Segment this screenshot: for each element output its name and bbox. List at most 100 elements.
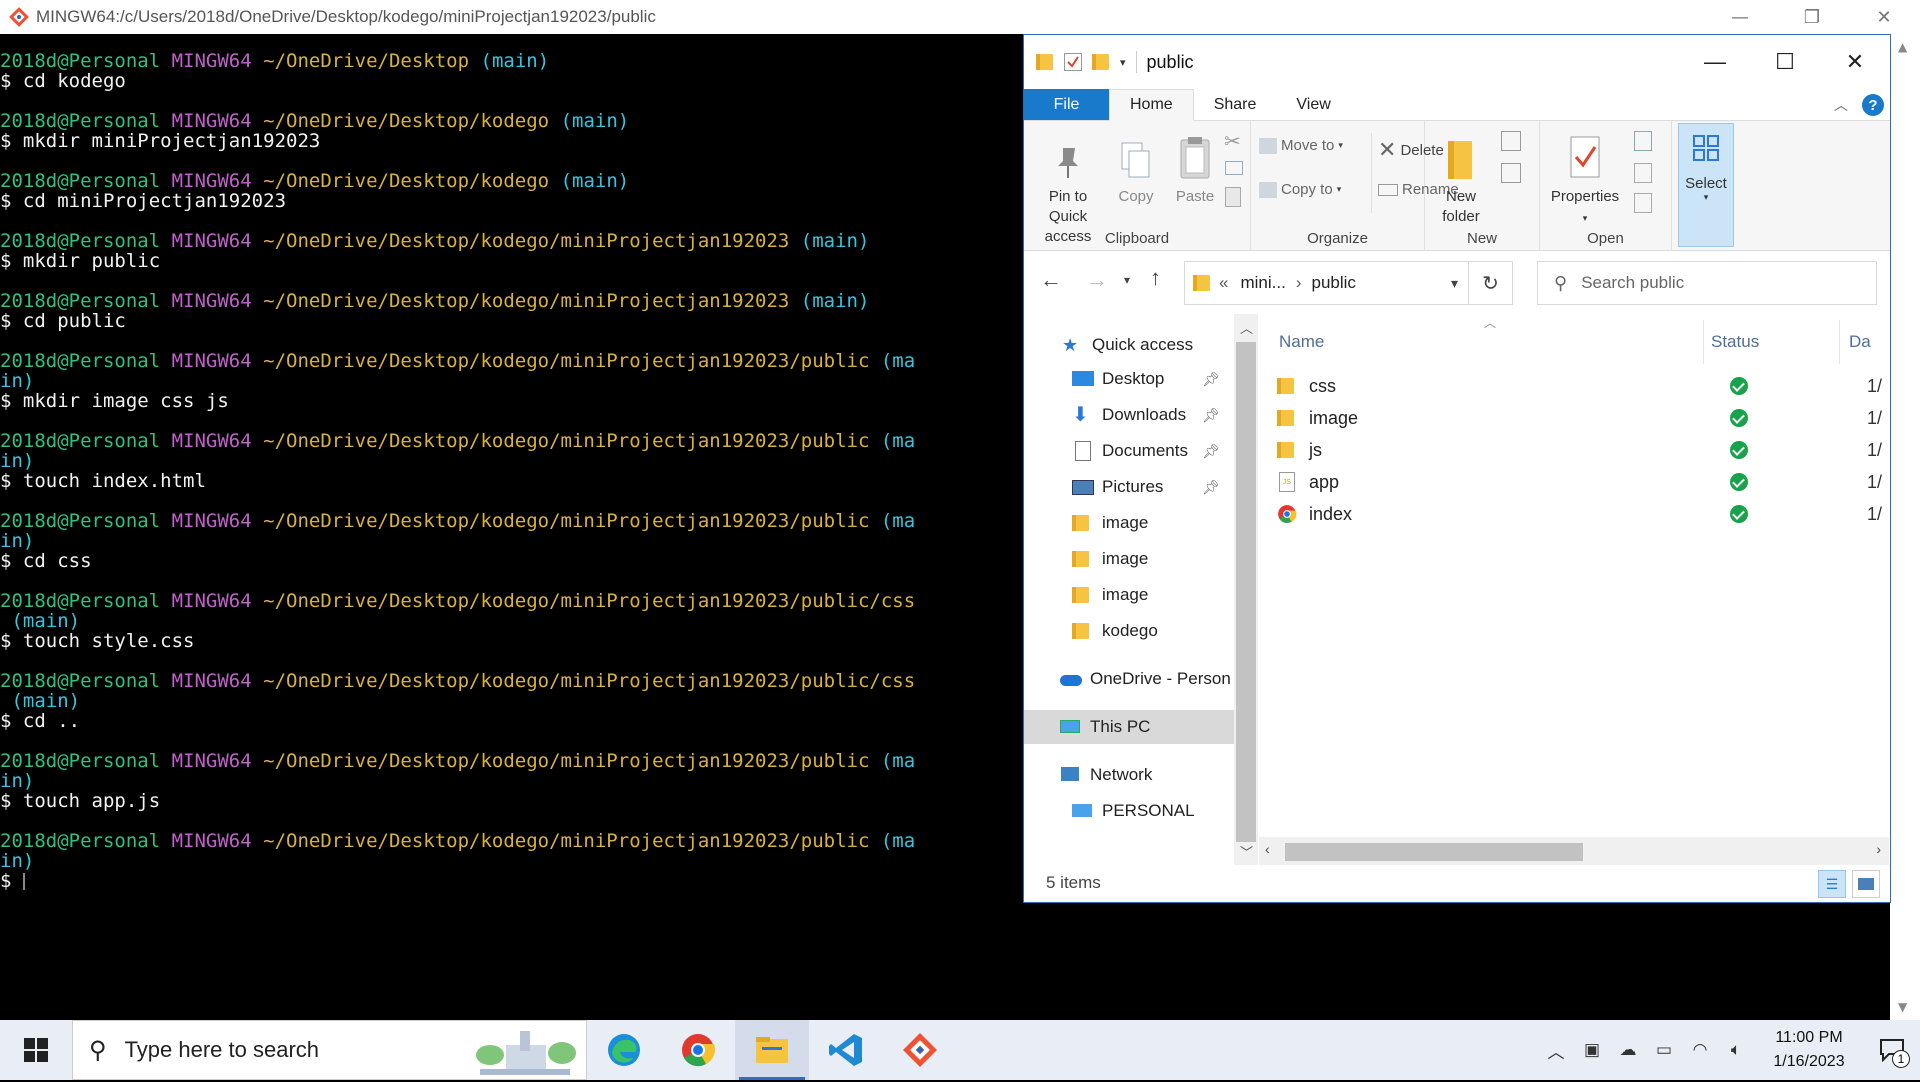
taskbar-chrome[interactable] xyxy=(661,1020,735,1080)
column-header-status[interactable]: Status xyxy=(1711,332,1759,352)
scroll-up-icon[interactable]: ︿ xyxy=(1240,318,1253,337)
select-button[interactable]: Select ▾ xyxy=(1678,123,1734,247)
file-row[interactable]: css 1/ xyxy=(1277,370,1882,402)
file-row[interactable]: JS app 1/ xyxy=(1277,466,1882,498)
copy-button[interactable]: Copy xyxy=(1110,129,1162,207)
nav-personal[interactable]: PERSONAL xyxy=(1024,794,1234,828)
nav-network[interactable]: Network xyxy=(1024,758,1234,792)
meet-now-icon[interactable]: ▣ xyxy=(1574,1040,1610,1060)
scroll-down-icon[interactable]: ▼ xyxy=(1898,1000,1907,1014)
nav-onedrive[interactable]: OneDrive - Person xyxy=(1024,662,1234,696)
properties-check-icon[interactable] xyxy=(1064,53,1082,71)
nav-this-pc[interactable]: This PC xyxy=(1024,710,1234,744)
copy-path-icon[interactable] xyxy=(1225,161,1243,175)
nav-documents[interactable]: Documents 📌︎ xyxy=(1024,434,1234,468)
breadcrumb-mini[interactable]: mini... xyxy=(1240,273,1285,293)
file-row[interactable]: image 1/ xyxy=(1277,402,1882,434)
prompt-host: MINGW64 xyxy=(171,170,252,192)
cut-icon[interactable]: ✂ xyxy=(1224,129,1241,154)
nav-downloads[interactable]: ⬇ Downloads 📌︎ xyxy=(1024,398,1234,432)
file-list-horizontal-scrollbar[interactable]: ‹ › xyxy=(1259,837,1889,865)
paste-shortcut-icon[interactable] xyxy=(1225,187,1241,207)
address-dropdown-icon[interactable]: ▾ xyxy=(1451,275,1458,292)
nav-scrollbar[interactable]: ︿ ﹀ xyxy=(1234,314,1258,865)
details-view-button[interactable]: ☰ xyxy=(1818,870,1846,898)
prompt-host: MINGW64 xyxy=(171,590,252,612)
new-folder-icon[interactable] xyxy=(1092,52,1110,72)
close-button[interactable]: ✕ xyxy=(1848,0,1920,34)
tab-share[interactable]: Share xyxy=(1194,89,1277,120)
collapse-ribbon-icon[interactable]: ︿ xyxy=(1834,95,1848,115)
nav-image-1[interactable]: image xyxy=(1024,506,1234,540)
open-icon[interactable] xyxy=(1634,131,1652,151)
search-input[interactable]: ⚲ Search public xyxy=(1537,261,1877,305)
taskbar-search-input[interactable]: ⚲ Type here to search xyxy=(72,1020,587,1080)
prompt-path: ~/OneDrive/Desktop/kodego xyxy=(263,110,550,132)
close-button[interactable]: ✕ xyxy=(1820,35,1890,89)
taskbar-vscode[interactable] xyxy=(809,1020,883,1080)
start-button[interactable] xyxy=(0,1020,72,1080)
copy-to-button[interactable]: Copy to ▾ xyxy=(1259,181,1341,198)
command-line: $ mkdir miniProjectjan192023 xyxy=(0,130,321,152)
explorer-titlebar[interactable]: ▾ public — ☐ ✕ xyxy=(1024,35,1890,89)
tab-view[interactable]: View xyxy=(1276,89,1350,120)
terminal-output[interactable]: 2018d@Personal MINGW64 ~/OneDrive/Deskto… xyxy=(0,34,1023,1020)
minimize-button[interactable]: — xyxy=(1704,0,1776,34)
chevron-down-icon[interactable]: ▾ xyxy=(1120,56,1126,69)
nav-quick-access[interactable]: ★ Quick access xyxy=(1024,328,1234,362)
column-header-date[interactable]: Da xyxy=(1849,332,1871,352)
taskbar-edge[interactable] xyxy=(587,1020,661,1080)
nav-pictures[interactable]: Pictures 📌︎ xyxy=(1024,470,1234,504)
scroll-right-icon[interactable]: › xyxy=(1876,841,1881,857)
forward-arrow-icon[interactable]: → xyxy=(1086,267,1108,293)
maximize-button[interactable]: ☐ xyxy=(1750,35,1820,89)
edit-icon[interactable] xyxy=(1634,163,1652,183)
back-arrow-icon[interactable]: ← xyxy=(1040,267,1062,293)
new-item-icon[interactable] xyxy=(1501,131,1521,151)
move-to-button[interactable]: Move to ▾ xyxy=(1259,137,1343,154)
tab-home[interactable]: Home xyxy=(1109,89,1194,121)
taskbar-git-bash[interactable] xyxy=(883,1020,957,1080)
easy-access-icon[interactable] xyxy=(1501,163,1521,183)
up-arrow-icon[interactable]: ↑ xyxy=(1150,265,1161,291)
new-folder-button[interactable]: New folder xyxy=(1433,129,1489,227)
file-row[interactable]: js 1/ xyxy=(1277,434,1882,466)
properties-button[interactable]: Properties ▾ xyxy=(1546,129,1624,228)
wifi-icon[interactable]: ◠ xyxy=(1682,1040,1718,1060)
address-input[interactable]: « mini... › public ▾ xyxy=(1184,261,1469,305)
onedrive-cloud-icon[interactable]: ☁ xyxy=(1610,1040,1646,1060)
column-header-name[interactable]: Name xyxy=(1279,332,1324,352)
scroll-down-icon[interactable]: ﹀ xyxy=(1240,842,1253,861)
restore-button[interactable]: ❐ xyxy=(1776,0,1848,34)
scroll-left-icon[interactable]: ‹ xyxy=(1265,841,1270,857)
large-icons-view-button[interactable] xyxy=(1852,870,1880,898)
scrollbar-thumb[interactable] xyxy=(1285,843,1583,861)
taskbar-file-explorer[interactable] xyxy=(735,1020,809,1080)
breadcrumb-public[interactable]: public xyxy=(1311,273,1355,293)
paste-button[interactable]: Paste xyxy=(1169,129,1221,207)
volume-icon[interactable]: 🔈︎ xyxy=(1718,1040,1754,1060)
nav-image-3[interactable]: image xyxy=(1024,578,1234,612)
prompt-branch-wrap: in) xyxy=(0,370,35,392)
terminal-scrollbar[interactable]: ▲ ▼ xyxy=(1890,34,1920,1020)
clock[interactable]: 11:00 PM 1/16/2023 xyxy=(1754,1026,1864,1074)
refresh-button[interactable]: ↻ xyxy=(1469,261,1513,305)
scrollbar-thumb[interactable] xyxy=(1236,342,1256,842)
show-hidden-icons-chevron-icon[interactable]: ︿ xyxy=(1538,1038,1574,1063)
file-row[interactable]: index 1/ xyxy=(1277,498,1882,530)
nav-image-2[interactable]: image xyxy=(1024,542,1234,576)
tab-file[interactable]: File xyxy=(1024,89,1109,120)
recent-locations-chevron-icon[interactable]: ▾ xyxy=(1124,273,1130,287)
help-icon[interactable]: ? xyxy=(1862,94,1884,116)
terminal-titlebar[interactable]: MINGW64:/c/Users/2018d/OneDrive/Desktop/… xyxy=(0,0,1920,34)
nav-desktop[interactable]: Desktop 📌︎ xyxy=(1024,362,1234,396)
notifications-button[interactable]: 1 xyxy=(1864,1020,1920,1080)
nav-kodego[interactable]: kodego xyxy=(1024,614,1234,648)
scroll-up-icon[interactable]: ▲ xyxy=(1898,40,1907,54)
history-icon[interactable] xyxy=(1634,193,1652,213)
file-explorer-window[interactable]: ▾ public — ☐ ✕ File Home Share View ︿ ? … xyxy=(1023,34,1891,903)
prompt-user: 2018d@Personal xyxy=(0,350,161,372)
battery-icon[interactable]: ▭ xyxy=(1646,1040,1682,1060)
minimize-button[interactable]: — xyxy=(1680,35,1750,89)
prompt-line: 2018d@Personal MINGW64 ~/OneDrive/Deskto… xyxy=(0,111,1023,131)
